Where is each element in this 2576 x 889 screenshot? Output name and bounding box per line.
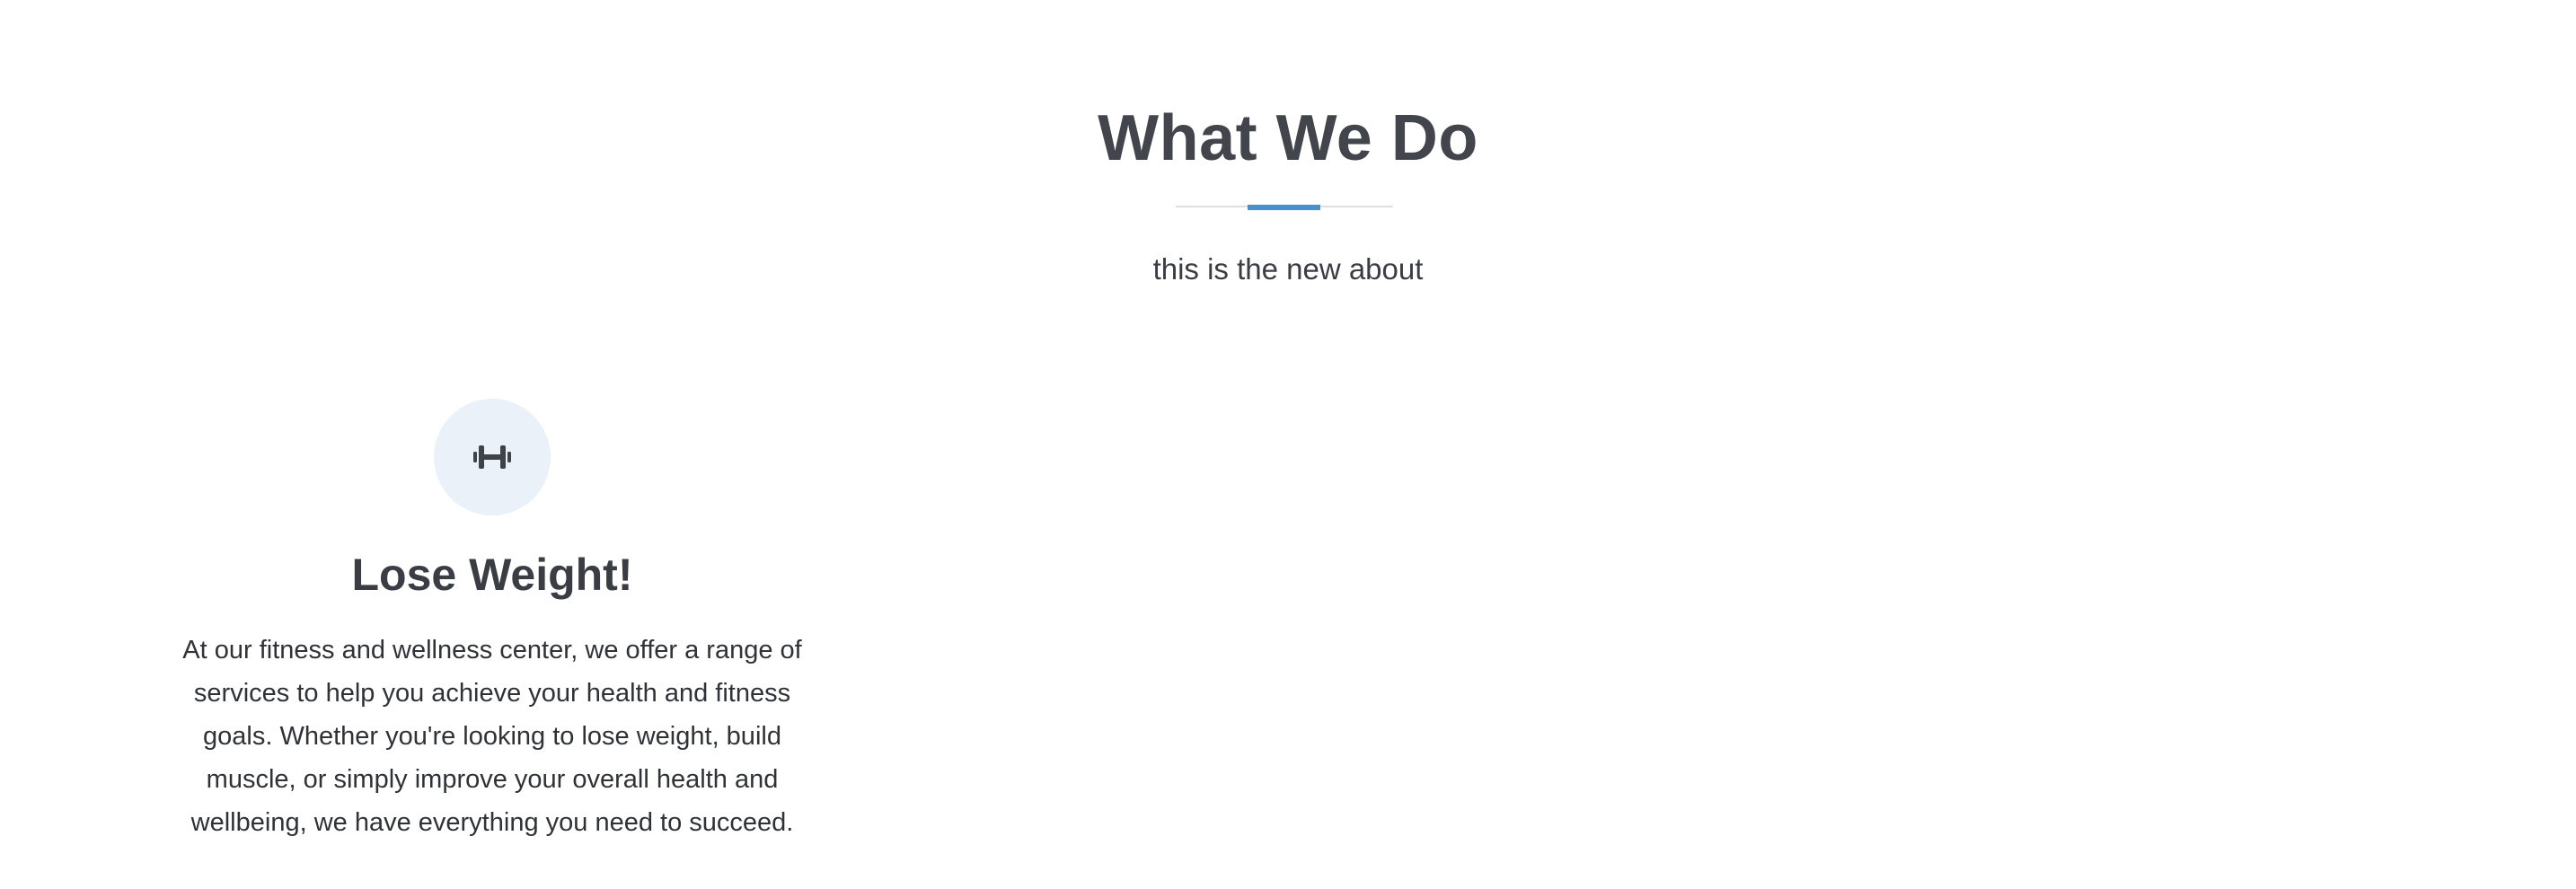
service-title: Lose Weight! bbox=[351, 550, 633, 600]
service-description: At our fitness and wellness center, we o… bbox=[182, 636, 802, 837]
title-divider-accent bbox=[1248, 205, 1320, 210]
service-icon-circle bbox=[434, 399, 551, 515]
section-title: What We Do bbox=[1098, 102, 1478, 174]
section-subtitle: this is the new about bbox=[1152, 252, 1424, 286]
dumbbell-icon bbox=[473, 445, 511, 469]
